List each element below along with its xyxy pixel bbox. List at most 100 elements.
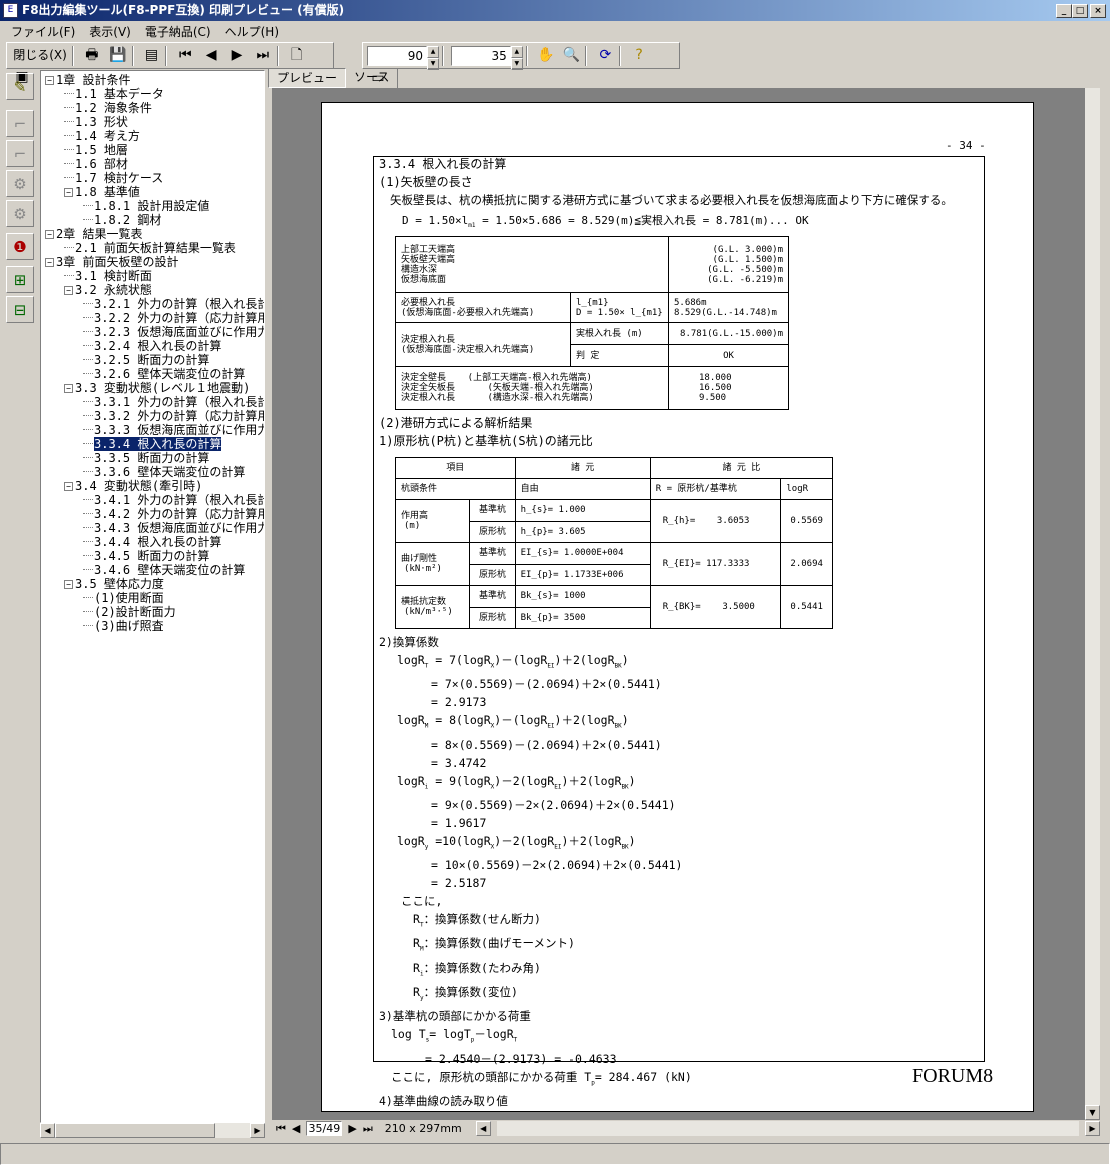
tree-item[interactable]: 1.2 海象条件 [41,101,264,115]
tree-item[interactable]: 1.8.2 鋼材 [41,213,264,227]
scroll-down-icon[interactable]: ▼ [1085,1105,1100,1120]
scroll-right-icon[interactable]: ▶ [1085,1121,1100,1136]
tree-item[interactable]: 3.2.2 外力の計算（応力計算用 [41,311,264,325]
collapse-icon[interactable]: − [45,258,54,267]
magnifier-icon[interactable]: 🔍 [561,44,581,66]
refresh-icon[interactable]: ⟳ [595,44,615,66]
collapse-icon[interactable]: − [45,76,54,85]
zoom-spinner[interactable]: 90 ▲ ▼ [367,45,439,70]
first-page-icon[interactable]: ⏮ [175,44,195,66]
prev-page-icon[interactable]: ◀ [292,1122,300,1135]
chapter-number-icon[interactable]: ❶ [6,233,34,260]
page-setup-icon[interactable]: ▤ [141,44,161,66]
outline-tree[interactable]: −1章 設計条件 1.1 基本データ 1.2 海象条件 1.3 形状 1.4 考え方 1.… [40,70,265,1123]
tree-item[interactable]: 1.3 形状 [41,115,264,129]
next-page-icon[interactable]: ▶ [348,1122,356,1135]
tree-item[interactable]: 1.5 地層 [41,143,264,157]
collapse-icon[interactable]: − [64,580,73,589]
menu-view[interactable]: 表示(V) [82,21,138,40]
indent-icon[interactable]: ⌐ [6,110,34,137]
page-spinner[interactable]: 35 ▲ ▼ [450,45,523,70]
next-page-icon[interactable]: ▶ [227,44,247,66]
spin-up-icon[interactable]: ▲ [427,45,439,58]
scroll-right-icon[interactable]: ▶ [250,1123,265,1138]
outdent-icon[interactable]: ⌐ [6,140,34,167]
prev-page-icon[interactable]: ◀ [201,44,221,66]
tree-item[interactable]: 1.7 検討ケース [41,171,264,185]
last-page-icon[interactable]: ⏭ [363,1122,373,1136]
close-window-button[interactable]: × [1090,4,1106,18]
tree-item[interactable]: 3.4.5 断面力の計算 [41,549,264,563]
tree-item[interactable]: 3.4.1 外力の計算（根入れ長計 [41,493,264,507]
preview-horizontal-scrollbar[interactable] [496,1121,1079,1136]
collapse-icon[interactable]: − [45,230,54,239]
scroll-left-icon[interactable]: ◀ [475,1121,491,1136]
tree-item[interactable]: 1.4 考え方 [41,129,264,143]
preview-vertical-scrollbar[interactable]: ▼ [1085,88,1100,1120]
pen-edit-icon[interactable]: ✎ [6,73,34,100]
tree-item[interactable]: 3.3.3 仮想海底面並びに作用力 [41,423,264,437]
tree-item[interactable]: 3.4.6 壁体天端変位の計算 [41,563,264,577]
collapse-icon[interactable]: − [64,188,73,197]
spin-down-icon[interactable]: ▼ [427,57,439,70]
tree-item[interactable]: 1.1 基本データ [41,87,264,101]
tree-item[interactable]: −2章 結果一覧表 [41,227,264,241]
close-button[interactable]: 閉じる(X) [12,44,68,66]
tree-item[interactable]: 3.3.5 断面力の計算 [41,451,264,465]
tree-item[interactable]: 3.3.1 外力の計算（根入れ長計 [41,395,264,409]
spin-down-icon[interactable]: ▼ [510,57,523,70]
tree-item[interactable]: 3.2.1 外力の計算（根入れ長計 [41,297,264,311]
tree-item[interactable]: −1章 設計条件 [41,73,264,87]
tree-item[interactable]: 3.3.6 壁体天端変位の計算 [41,465,264,479]
tree-item[interactable]: −3.3 変動状態(レベル１地震動) [41,381,264,395]
tree-collapse-icon[interactable]: ⊟ [6,296,34,323]
menu-electronic-delivery[interactable]: 電子納品(C) [138,21,218,40]
tree-item[interactable]: 3.4.4 根入れ長の計算 [41,535,264,549]
tree-item[interactable]: 3.3.2 外力の計算（応力計算用 [41,409,264,423]
first-page-icon[interactable]: ⏮ [276,1122,286,1136]
tree-item[interactable]: 1.8.1 設計用設定値 [41,199,264,213]
tree-item[interactable]: 3.4.2 外力の計算（応力計算用 [41,507,264,521]
tree-item[interactable]: 3.4.3 仮想海底面並びに作用力 [41,521,264,535]
tree-expand-icon[interactable]: ⊞ [6,266,34,293]
collapse-icon[interactable]: − [64,384,73,393]
collapse-icon[interactable]: − [64,482,73,491]
tree-item[interactable]: 3.2.3 仮想海底面並びに作用力 [41,325,264,339]
page-input[interactable]: 35 [450,45,511,66]
single-page-icon[interactable]: 🗋 [287,44,307,66]
tree-item[interactable]: −3.2 永続状態 [41,283,264,297]
scroll-thumb[interactable] [55,1123,215,1138]
tree-item[interactable]: (3)曲げ照査 [41,619,264,633]
tree-item[interactable]: −3.4 変動状態(牽引時) [41,479,264,493]
scroll-left-icon[interactable]: ◀ [40,1123,55,1138]
page-field[interactable]: 35/49 [306,1121,343,1136]
collapse-icon[interactable]: − [64,286,73,295]
help-icon[interactable]: ? [629,44,649,66]
tree-item[interactable]: 1.6 部材 [41,157,264,171]
tab-preview[interactable]: プレビュー [268,68,347,88]
tree-item[interactable]: −3.5 壁体応力度 [41,577,264,591]
tree-item[interactable]: −1.8 基準値 [41,185,264,199]
tree-item[interactable]: (1)使用断面 [41,591,264,605]
tree-item[interactable]: 3.2.4 根入れ長の計算 [41,339,264,353]
tree-item[interactable]: 3.2.5 断面力の計算 [41,353,264,367]
save-icon[interactable]: 💾 [108,44,128,66]
menu-help[interactable]: ヘルプ(H) [218,21,286,40]
hand-tool-icon[interactable]: ✋ [536,44,556,66]
menu-file[interactable]: ファイル(F) [4,21,82,40]
preview-area[interactable]: - 34 - 3.3.4 根入れ長の計算 (1)矢板壁の長さ 矢板壁長は、杭の横… [272,88,1085,1120]
tree-item[interactable]: 3.1 検討断面 [41,269,264,283]
renumber-icon[interactable]: ⚙ [6,200,34,227]
last-page-icon[interactable]: ⏭ [253,44,273,66]
tree-horizontal-scrollbar[interactable]: ◀ ▶ [40,1123,265,1138]
tree-item[interactable]: 3.3.4 根入れ長の計算 [41,437,264,451]
zoom-input[interactable]: 90 [367,45,427,66]
print-icon[interactable]: 🖶 [82,44,102,66]
tab-source[interactable]: ソース [346,68,399,88]
numbering-icon[interactable]: ⚙ [6,170,34,197]
tree-item[interactable]: 3.2.6 壁体天端変位の計算 [41,367,264,381]
spin-up-icon[interactable]: ▲ [510,45,523,58]
tree-item[interactable]: (2)設計断面力 [41,605,264,619]
maximize-button[interactable]: □ [1072,4,1088,18]
tree-item[interactable]: 2.1 前面矢板計算結果一覧表 [41,241,264,255]
